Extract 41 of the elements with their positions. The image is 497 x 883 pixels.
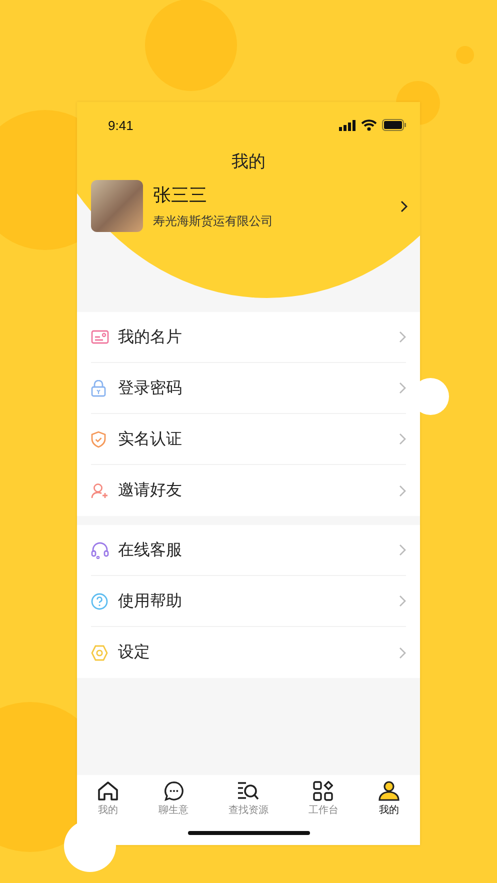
tab[interactable]: 查找资源 xyxy=(228,781,268,817)
add-user-icon xyxy=(91,482,109,498)
page-title: 我的 xyxy=(230,151,266,173)
wifi-icon xyxy=(361,119,377,131)
lock-icon xyxy=(91,380,106,396)
company-name: 寿光海斯货运有限公司 xyxy=(153,212,274,230)
search-list-icon xyxy=(237,781,260,801)
user-name: 张三三 xyxy=(153,184,208,206)
menu-item[interactable]: 登录密码 xyxy=(91,363,406,414)
chevron-right-icon xyxy=(399,382,406,394)
chat-bubble-icon xyxy=(162,781,185,801)
chevron-right-icon xyxy=(399,433,406,445)
home-icon xyxy=(96,781,119,801)
avatar-photo-placeholder xyxy=(91,180,143,232)
chevron-right-icon xyxy=(399,595,406,607)
tab[interactable]: 聊生意 xyxy=(158,781,189,817)
signal-icon xyxy=(339,120,356,130)
headset-icon xyxy=(91,542,109,558)
battery-icon xyxy=(382,119,406,131)
person-icon xyxy=(378,781,400,801)
chevron-right-icon xyxy=(399,484,406,496)
tab[interactable]: 工作台 xyxy=(308,781,338,817)
profile-row[interactable]: 张三三 寿光海斯货运有限公司 xyxy=(77,180,420,232)
card-icon xyxy=(91,330,109,344)
menu-item[interactable]: 在线客服 xyxy=(91,525,406,576)
grid-icon xyxy=(313,781,334,801)
chevron-right-icon xyxy=(400,200,408,212)
chevron-right-icon xyxy=(399,544,406,556)
tab[interactable]: 我的 xyxy=(96,781,119,817)
menu-item[interactable]: 我的名片 xyxy=(91,312,406,363)
chevron-right-icon xyxy=(399,646,406,658)
tab[interactable]: 我的 xyxy=(378,781,400,817)
help-icon xyxy=(91,592,108,610)
hexagon-icon xyxy=(91,644,108,660)
menu-item[interactable]: 使用帮助 xyxy=(91,576,406,627)
chevron-right-icon xyxy=(399,331,406,343)
menu-item[interactable]: 邀请好友 xyxy=(91,465,406,516)
menu-item[interactable]: 设定 xyxy=(91,627,406,678)
status-time: 9:41 xyxy=(108,118,134,132)
menu-item[interactable]: 实名认证 xyxy=(91,414,406,465)
shield-check-icon xyxy=(91,430,106,448)
